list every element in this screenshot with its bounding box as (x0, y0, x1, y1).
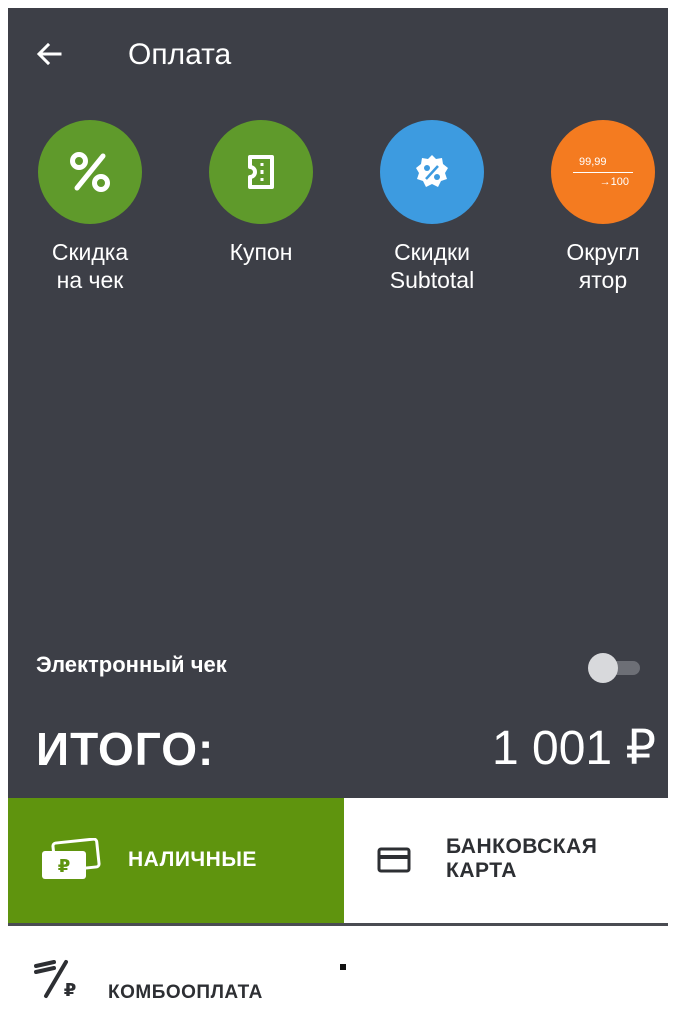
ereceipt-toggle[interactable] (586, 648, 644, 684)
tool-label: Округл ятор (566, 239, 640, 293)
pay-card-button[interactable]: БАНКОВСКАЯ КАРТА (349, 798, 668, 923)
tool-circle (38, 120, 142, 224)
tool-rounding[interactable]: 99,99 →100 Округл ятор (533, 120, 673, 294)
rounding-line (573, 171, 633, 173)
percent-icon (70, 152, 110, 192)
svg-text:₽: ₽ (58, 856, 71, 877)
tool-label: Скидка на чек (51, 239, 129, 293)
coupon-icon (248, 155, 274, 189)
combo-payment-icon: ₽ (34, 960, 77, 1001)
tool-label: Скидки Subtotal (389, 239, 475, 293)
tool-circle (209, 120, 313, 224)
payment-screen: Оплата Скидка на чек Купон Скидки Subtot… (8, 8, 668, 1012)
arrow-left-icon (36, 42, 62, 66)
pay-cash-button[interactable]: ₽ НАЛИЧНЫЕ (8, 798, 344, 923)
page-title: Оплата (128, 38, 232, 71)
pay-cash-label: НАЛИЧНЫЕ (128, 848, 257, 871)
payment-panel: Оплата Скидка на чек Купон Скидки Subtot… (8, 8, 668, 798)
svg-text:₽: ₽ (64, 980, 77, 1001)
dot-mark (340, 964, 346, 970)
pay-card-label: БАНКОВСКАЯ КАРТА (446, 835, 598, 882)
app-bar: Оплата (8, 8, 668, 100)
subtotal-discount-icon (416, 155, 448, 187)
total-value: 1 001 ₽ (492, 722, 656, 775)
pay-combo-button[interactable]: ₽ КОМБООПЛАТА (8, 926, 668, 1012)
back-button[interactable] (30, 34, 78, 74)
rounding-icon: 99,99 →100 (573, 156, 633, 189)
tool-circle (380, 120, 484, 224)
rounding-from-text: 99,99 (579, 155, 607, 168)
tool-subtotal-discounts[interactable]: Скидки Subtotal (362, 120, 502, 294)
tool-label: Купон (229, 239, 293, 265)
tool-circle: 99,99 →100 (551, 120, 655, 224)
total-label: ИТОГО: (36, 723, 215, 775)
tool-receipt-discount[interactable]: Скидка на чек (20, 120, 160, 294)
tool-coupon[interactable]: Купон (191, 120, 331, 266)
cash-icon: ₽ (42, 838, 101, 879)
rounding-to-text: →100 (599, 175, 629, 188)
toggle-knob (588, 653, 618, 683)
credit-card-icon (377, 847, 411, 873)
ereceipt-label: Электронный чек (36, 652, 227, 677)
pay-combo-label: КОМБООПЛАТА (108, 982, 263, 1003)
